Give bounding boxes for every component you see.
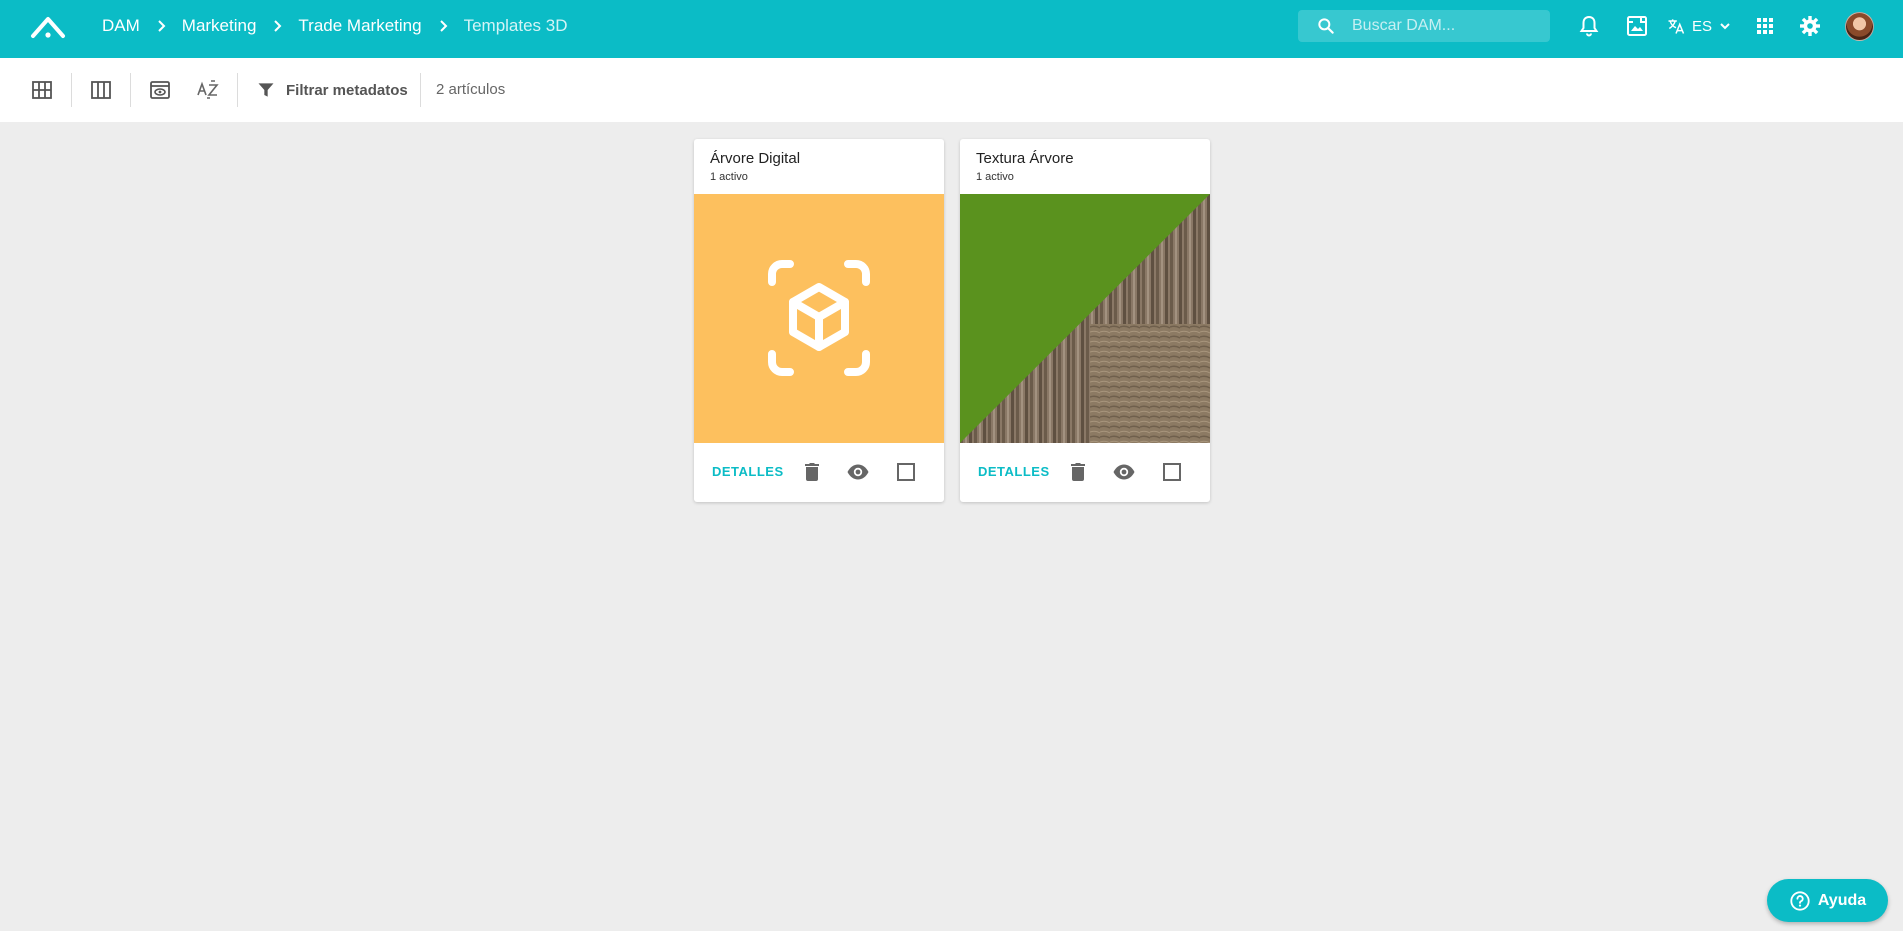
card-actions: DETALLES — [960, 443, 1210, 502]
column-view-icon[interactable] — [89, 78, 113, 102]
search-input[interactable] — [1352, 10, 1542, 42]
eye-icon[interactable] — [846, 460, 870, 484]
image-frame-icon[interactable] — [1625, 14, 1649, 38]
search-box[interactable] — [1298, 10, 1550, 42]
asset-card-arvore-digital[interactable]: Árvore Digital 1 activo DETALLES — [694, 139, 944, 502]
details-button[interactable]: DETALLES — [978, 464, 1050, 479]
apps-grid-icon[interactable] — [1753, 14, 1777, 38]
card-title[interactable]: Árvore Digital — [710, 150, 800, 167]
sort-az-icon[interactable] — [196, 78, 220, 102]
select-checkbox[interactable] — [894, 460, 918, 484]
app-logo-icon[interactable] — [30, 14, 66, 40]
chevron-right-icon — [439, 20, 447, 32]
filter-metadata-button[interactable]: Filtrar metadatos — [256, 78, 408, 102]
search-icon — [1318, 18, 1334, 34]
help-label: Ayuda — [1817, 891, 1867, 909]
asset-card-textura-arvore[interactable]: Textura Árvore 1 activo DETALLES — [960, 139, 1210, 502]
breadcrumb-trade-marketing[interactable]: Trade Marketing — [298, 16, 421, 36]
bell-icon[interactable] — [1577, 14, 1601, 38]
top-bar: DAM Marketing Trade Marketing Templates … — [0, 0, 1903, 58]
chevron-right-icon — [274, 20, 282, 32]
wood-texture-image — [960, 194, 1210, 443]
filter-label: Filtrar metadatos — [286, 81, 408, 99]
language-selector[interactable]: ES — [1666, 14, 1732, 38]
select-checkbox[interactable] — [1160, 460, 1184, 484]
eye-icon[interactable] — [1112, 460, 1136, 484]
card-thumbnail[interactable] — [694, 194, 944, 443]
gear-icon[interactable] — [1798, 14, 1822, 38]
card-title[interactable]: Textura Árvore — [976, 150, 1074, 167]
chevron-right-icon — [158, 20, 166, 32]
breadcrumb-marketing[interactable]: Marketing — [182, 16, 257, 36]
3d-model-icon — [768, 260, 870, 376]
breadcrumb-dam[interactable]: DAM — [102, 16, 140, 36]
trash-icon[interactable] — [1066, 460, 1090, 484]
help-icon — [1790, 890, 1810, 911]
breadcrumb-current: Templates 3D — [463, 16, 568, 35]
card-thumbnail[interactable] — [960, 194, 1210, 443]
details-button[interactable]: DETALLES — [712, 464, 784, 479]
card-subtitle: 1 activo — [976, 171, 1014, 183]
help-button[interactable]: Ayuda — [1767, 879, 1888, 922]
grid-view-icon[interactable] — [30, 78, 54, 102]
card-actions: DETALLES — [694, 443, 944, 502]
breadcrumb: DAM Marketing Trade Marketing Templates … — [102, 0, 568, 52]
avatar[interactable] — [1845, 12, 1874, 41]
filter-icon — [258, 83, 274, 97]
chevron-down-icon — [1720, 23, 1730, 30]
card-subtitle: 1 activo — [710, 171, 748, 183]
trash-icon[interactable] — [800, 460, 824, 484]
view-toolbar: Filtrar metadatos 2 artículos — [0, 58, 1903, 122]
item-count: 2 artículos — [436, 81, 506, 98]
preview-icon[interactable] — [148, 78, 172, 102]
language-code: ES — [1692, 17, 1713, 35]
translate-icon — [1668, 19, 1685, 34]
